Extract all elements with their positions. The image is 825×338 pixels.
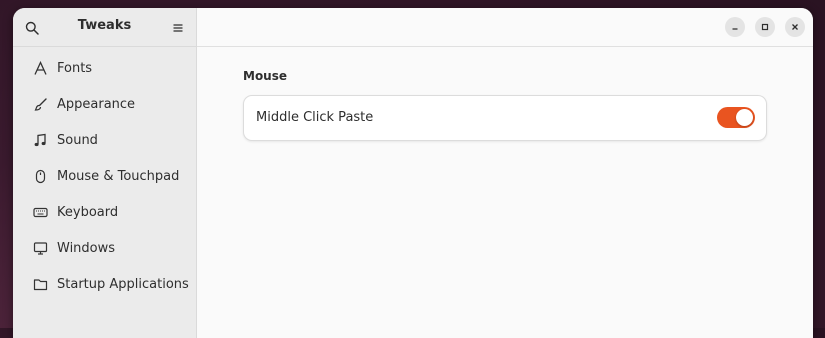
sidebar-item-windows[interactable]: Windows [13,230,196,266]
maximize-button[interactable] [755,17,775,37]
sidebar-item-fonts[interactable]: Fonts [13,50,196,86]
app-title: Tweaks [77,18,132,33]
minimize-icon [732,28,738,30]
font-icon [33,60,48,76]
hamburger-menu-icon[interactable] [171,20,185,34]
middle-click-paste-toggle[interactable] [717,107,755,128]
sidebar-item-keyboard[interactable]: Keyboard [13,194,196,230]
sidebar-header: Tweaks [13,8,196,47]
main-header [197,8,813,47]
monitor-icon [33,241,48,256]
sidebar: Tweaks Fonts Appearance Sound Mouse & To… [13,8,197,338]
keyboard-icon [33,205,48,220]
sidebar-item-label: Startup Applications [57,276,189,292]
setting-row-middle-click-paste: Middle Click Paste [243,95,767,141]
close-icon [792,24,798,30]
sidebar-item-appearance[interactable]: Appearance [13,86,196,122]
sidebar-item-label: Appearance [57,96,136,112]
mouse-icon [33,169,48,184]
sidebar-nav: Fonts Appearance Sound Mouse & Touchpad … [13,50,196,302]
sidebar-item-label: Sound [57,132,98,148]
tweaks-window: Tweaks Fonts Appearance Sound Mouse & To… [13,8,813,338]
section-title-mouse: Mouse [243,69,288,83]
sidebar-item-label: Mouse & Touchpad [57,168,180,184]
sidebar-item-label: Fonts [57,60,93,76]
toggle-knob [736,109,753,126]
minimize-button[interactable] [725,17,745,37]
music-note-icon [33,133,48,148]
sidebar-item-mouse-touchpad[interactable]: Mouse & Touchpad [13,158,196,194]
sidebar-item-startup-applications[interactable]: Startup Applications [13,266,196,302]
sidebar-item-label: Windows [57,240,116,256]
maximize-icon [761,23,769,31]
sidebar-item-label: Keyboard [57,204,119,220]
folder-icon [33,277,48,292]
sidebar-item-sound[interactable]: Sound [13,122,196,158]
brush-icon [33,97,48,112]
close-button[interactable] [785,17,805,37]
setting-label: Middle Click Paste [256,110,374,125]
